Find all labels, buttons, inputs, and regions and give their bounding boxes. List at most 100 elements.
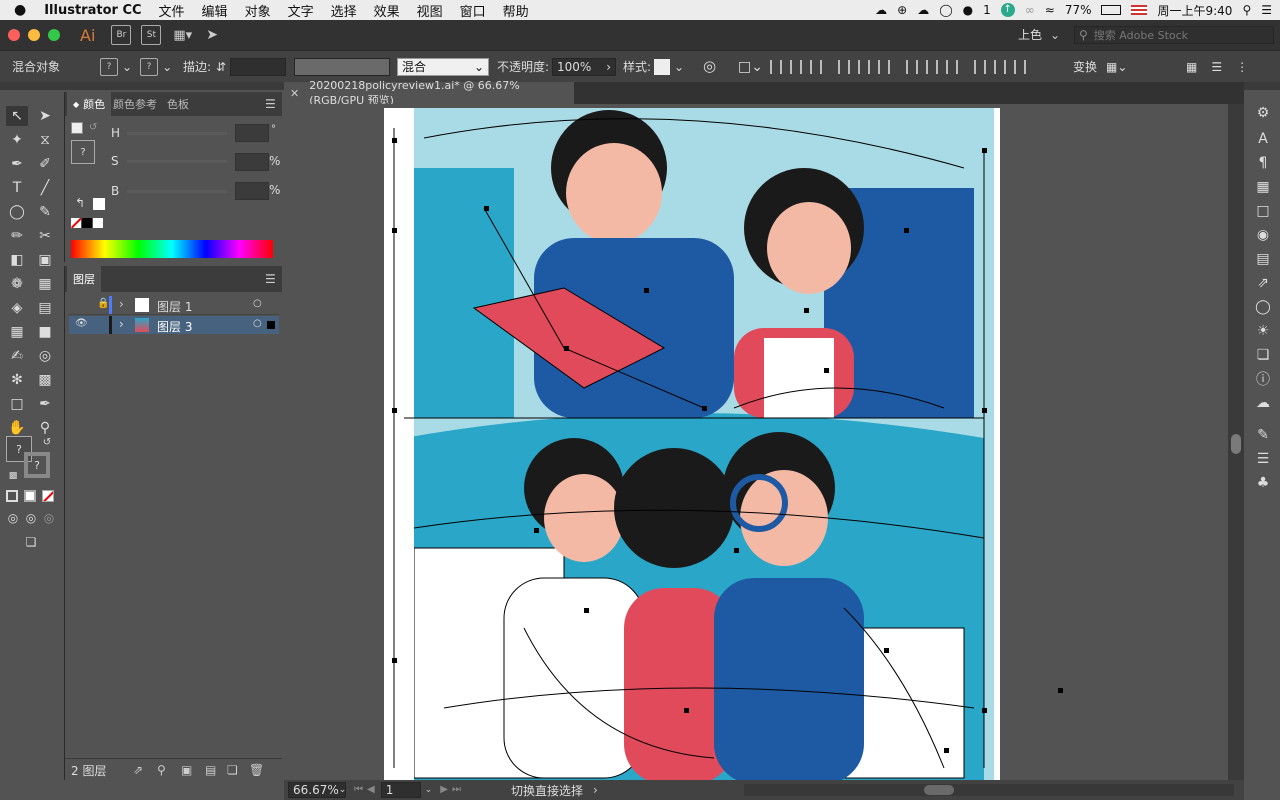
recolor-artwork-icon[interactable]: ◎ (703, 59, 716, 74)
stock-button[interactable]: St (141, 25, 162, 45)
h-slider[interactable] (127, 132, 227, 135)
last-color-swatch[interactable] (93, 198, 105, 210)
none-swatch[interactable] (71, 218, 81, 228)
stroke-indicator[interactable]: ? (71, 140, 95, 164)
opacity-field[interactable]: 100% › (552, 57, 616, 76)
layers-menu-icon[interactable]: ☰ (265, 272, 276, 286)
layers-list-icon[interactable]: ☰ (1254, 450, 1272, 468)
align-hcenter-icon[interactable] (790, 59, 802, 74)
prev-artboard-icon[interactable]: ◀ (367, 785, 375, 795)
menu-select[interactable]: 选择 (331, 1, 357, 20)
stray-anchor-point[interactable] (1058, 688, 1063, 693)
panel-menu-icon[interactable]: ☰ (1211, 61, 1222, 73)
vertical-scrollbar[interactable] (1228, 104, 1244, 780)
white-swatch[interactable] (93, 218, 103, 228)
eyedropper-tool-icon[interactable]: ✍ (6, 346, 28, 366)
expand-chevron-icon[interactable]: › (119, 297, 124, 311)
column-graph-tool-icon[interactable]: ▩ (34, 370, 56, 390)
symbol-sprayer-tool-icon[interactable]: ✻ (6, 370, 28, 390)
more-options-icon[interactable]: ⋮ (1236, 61, 1248, 73)
stroke-swatch-button[interactable]: ? (140, 57, 159, 76)
paragraph-icon[interactable]: ¶ (1254, 154, 1272, 172)
adobe-stock-search[interactable]: ⚲ 搜索 Adobe Stock (1074, 26, 1274, 44)
panel-menu-icon[interactable]: ☰ (265, 97, 276, 111)
gradient-mode-icon[interactable] (24, 490, 36, 502)
stroke-color-box[interactable]: ? (24, 452, 50, 478)
tab-layers[interactable]: 图层 (67, 266, 101, 292)
menu-help[interactable]: 帮助 (503, 1, 529, 20)
slice-tool-icon[interactable]: ✒ (34, 394, 56, 414)
target-circle-icon[interactable]: ○ (253, 318, 262, 329)
menu-window[interactable]: 窗口 (460, 1, 486, 20)
none-mode-icon[interactable] (42, 490, 54, 502)
add-circle-icon[interactable]: ⊕ (897, 4, 907, 16)
layer-row[interactable]: 🔒 › 图层 1 ○ (69, 296, 279, 315)
vertical-scroll-thumb[interactable] (1231, 434, 1241, 454)
color-spectrum[interactable] (71, 240, 273, 258)
b-value-field[interactable] (235, 182, 269, 200)
apple-icon[interactable]: ● (14, 3, 26, 17)
align-right-icon[interactable] (810, 59, 822, 74)
libraries-icon[interactable]: ☁ (1254, 394, 1272, 412)
align-panel-icon[interactable]: ▤ (1254, 250, 1272, 268)
distribute-hcenter-icon[interactable] (994, 59, 1006, 74)
gradient-panel-icon[interactable]: □ (1254, 202, 1272, 220)
selection-tool-icon[interactable]: ↖ (6, 106, 28, 126)
info-icon[interactable]: ⓘ (1254, 370, 1272, 388)
horizontal-scroll-thumb[interactable] (924, 785, 954, 795)
spotlight-search-icon[interactable]: ⚲ (1242, 4, 1251, 16)
properties-gear-icon[interactable]: ⚙ (1254, 104, 1272, 122)
pen-tool-icon[interactable]: ✒ (6, 154, 28, 174)
stroke-stepper-icon[interactable]: ⇵ (216, 61, 226, 73)
new-sublayer-icon[interactable]: ▤ (205, 764, 216, 776)
stroke-panel-icon[interactable]: ◯ (1254, 298, 1272, 316)
transform-button[interactable]: 变换 (1073, 51, 1097, 82)
line-tool-icon[interactable]: ╱ (34, 178, 56, 198)
free-transform-tool-icon[interactable]: ▦ (34, 274, 56, 294)
export-icon[interactable]: ⇗ (133, 764, 143, 776)
chevron-down-icon[interactable]: ⌄ (122, 61, 132, 73)
flag-icon[interactable] (1131, 5, 1148, 15)
menu-file[interactable]: 文件 (159, 1, 185, 20)
document-tab[interactable]: ✕ 20200218policyreview1.ai* @ 66.67% (RG… (284, 79, 574, 107)
mesh-tool-icon[interactable]: ▦ (6, 322, 28, 342)
clock[interactable]: 周一上午9:40 (1157, 2, 1232, 19)
align-top-icon[interactable] (838, 59, 850, 74)
layer-name[interactable]: 图层 1 (157, 298, 192, 315)
chevron-down-icon[interactable]: ⌄ (674, 61, 684, 73)
brushes-icon[interactable]: ✎ (1254, 426, 1272, 444)
artboards-panel-icon[interactable]: ❏ (1254, 346, 1272, 364)
minimize-window-button[interactable] (28, 29, 40, 41)
new-layer-icon[interactable]: ❏ (227, 764, 238, 776)
gpu-performance-icon[interactable]: ➤ (206, 28, 218, 42)
menu-type[interactable]: 文字 (288, 1, 314, 20)
symbols-club-icon[interactable]: ♣ (1254, 474, 1272, 492)
menu-app-name[interactable]: Illustrator CC (44, 3, 141, 18)
wifi-icon[interactable]: ≈ (1045, 4, 1055, 16)
zoom-window-button[interactable] (48, 29, 60, 41)
distribute-left-icon[interactable] (974, 59, 986, 74)
tab-color[interactable]: ◆ 颜色 (67, 92, 112, 116)
artboard-number-field[interactable]: 1 (380, 782, 421, 798)
menu-object[interactable]: 对象 (245, 1, 271, 20)
out-of-gamut-icon[interactable]: ↰ (75, 196, 85, 210)
perspective-grid-tool-icon[interactable]: ▤ (34, 298, 56, 318)
fill-indicator[interactable] (71, 122, 83, 134)
menu-view[interactable]: 视图 (417, 1, 443, 20)
black-swatch[interactable] (82, 218, 92, 228)
chat-icon[interactable]: ◯ (939, 4, 952, 16)
distribute-vcenter-icon[interactable] (926, 59, 938, 74)
layer-row[interactable]: 👁 › 图层 3 ○ (69, 316, 279, 334)
locate-object-icon[interactable]: ⚲ (157, 764, 166, 776)
target-circle-icon[interactable]: ○ (253, 298, 262, 309)
lock-icon[interactable]: 🔒 (97, 298, 109, 309)
type-tool-icon[interactable]: T (6, 178, 28, 198)
scissors-tool-icon[interactable]: ✂ (34, 226, 56, 246)
wechat-icon[interactable]: ● (963, 4, 973, 16)
paintbrush-tool-icon[interactable]: ✎ (34, 202, 56, 222)
stroke-width-field[interactable] (230, 57, 287, 76)
blend-mode-dropdown[interactable]: 混合 ⌄ (397, 57, 489, 76)
status-menu-icon[interactable]: › (593, 784, 598, 796)
variable-width-profile[interactable] (294, 57, 390, 76)
close-window-button[interactable] (8, 29, 20, 41)
